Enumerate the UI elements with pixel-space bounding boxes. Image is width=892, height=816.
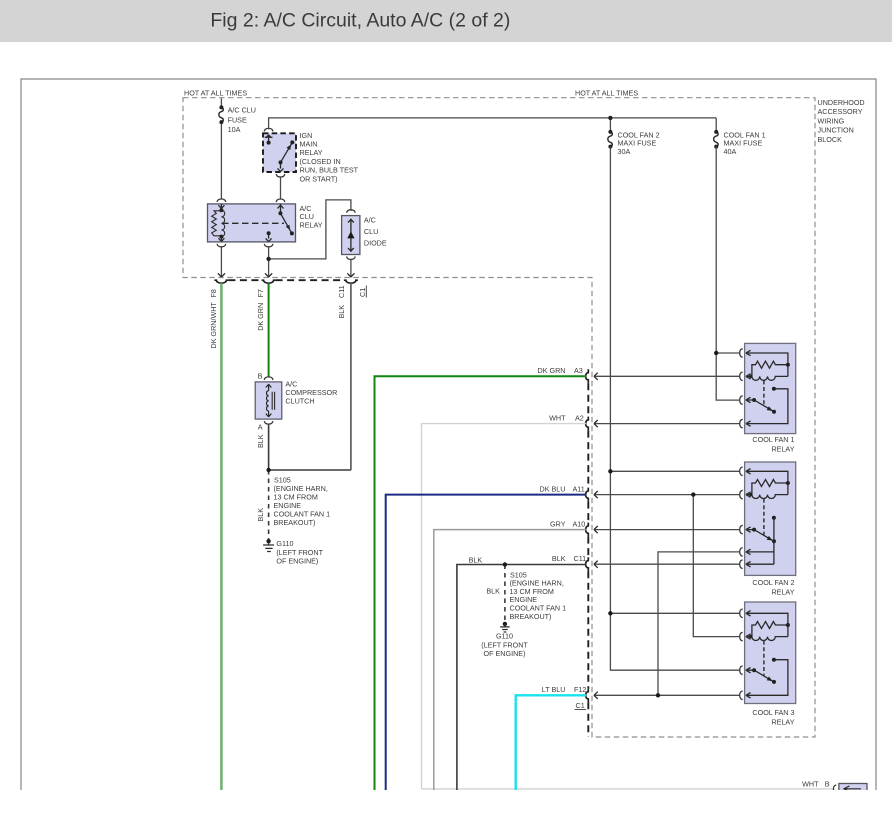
svg-text:30A: 30A [618,147,631,156]
svg-text:RELAY: RELAY [771,718,794,727]
svg-text:GRY: GRY [550,519,566,528]
svg-text:BLOCK: BLOCK [818,135,843,144]
svg-text:JUNCTION: JUNCTION [818,126,854,135]
svg-text:BLK: BLK [486,587,500,596]
svg-text:RELAY: RELAY [771,588,794,597]
svg-text:A11: A11 [573,484,585,493]
svg-text:DK GRN: DK GRN [538,366,566,375]
svg-text:WHT: WHT [802,779,819,788]
svg-text:RUN, BULB TEST: RUN, BULB TEST [300,166,359,175]
svg-text:A: A [258,423,263,432]
svg-text:DK GRN: DK GRN [256,303,265,331]
svg-text:C11: C11 [337,285,346,298]
svg-text:A/C: A/C [364,215,376,224]
svg-text:Fig 2: A/C Circuit, Auto A/C (: Fig 2: A/C Circuit, Auto A/C (2 of 2) [210,11,510,32]
svg-text:COOL FAN 2: COOL FAN 2 [752,578,794,587]
svg-text:C1: C1 [358,288,367,297]
svg-text:G110: G110 [496,632,513,641]
svg-text:B: B [258,371,263,380]
svg-text:CLU: CLU [364,227,378,236]
svg-text:A3: A3 [574,366,583,375]
svg-text:FUSE: FUSE [228,115,247,124]
svg-text:COOL FAN 3: COOL FAN 3 [752,708,794,717]
svg-text:40A: 40A [724,147,737,156]
svg-text:RELAY: RELAY [300,220,323,229]
svg-text:COOL FAN 1: COOL FAN 1 [752,435,794,444]
svg-text:MAIN: MAIN [300,140,318,149]
svg-text:A10: A10 [573,519,586,528]
svg-text:OR START): OR START) [300,174,338,183]
svg-text:B: B [825,779,830,788]
svg-text:DIODE: DIODE [364,238,387,247]
svg-text:BLK: BLK [337,305,346,319]
svg-text:BREAKOUT): BREAKOUT) [510,612,552,621]
svg-text:WIRING: WIRING [818,116,845,125]
svg-text:HOT AT ALL TIMES: HOT AT ALL TIMES [184,89,247,98]
svg-text:F12: F12 [574,685,586,694]
svg-text:BLK: BLK [552,554,566,563]
svg-text:A2: A2 [575,413,584,422]
svg-text:RELAY: RELAY [771,445,794,454]
svg-text:RELAY: RELAY [300,148,323,157]
svg-text:LT BLU: LT BLU [542,685,566,694]
svg-text:DK BLU: DK BLU [540,484,566,493]
svg-text:ACCESSORY: ACCESSORY [818,107,863,116]
svg-text:C11: C11 [574,554,587,563]
svg-text:C1: C1 [576,701,585,710]
svg-text:(LEFT FRONT: (LEFT FRONT [276,548,323,557]
svg-text:OF ENGINE): OF ENGINE) [276,557,318,566]
svg-text:OF ENGINE): OF ENGINE) [484,649,526,658]
svg-text:WHT: WHT [549,413,566,422]
svg-text:BREAKOUT): BREAKOUT) [274,518,316,527]
svg-text:DK GRN/WHT: DK GRN/WHT [209,302,218,349]
svg-text:HOT AT ALL TIMES: HOT AT ALL TIMES [575,89,638,98]
svg-text:BLK: BLK [256,434,265,448]
svg-text:UNDERHOOD: UNDERHOOD [818,98,865,107]
svg-text:(CLOSED IN: (CLOSED IN [300,157,341,166]
svg-text:G110: G110 [276,539,293,548]
svg-text:BLK: BLK [256,508,265,522]
svg-text:A/C CLU: A/C CLU [228,105,256,114]
svg-text:10A: 10A [228,125,241,134]
svg-text:(LEFT FRONT: (LEFT FRONT [481,640,528,649]
svg-text:IGN: IGN [300,131,313,140]
svg-text:CLUTCH: CLUTCH [285,396,314,405]
svg-text:BLK: BLK [469,555,483,564]
svg-text:F8: F8 [209,289,218,297]
svg-text:F7: F7 [256,289,265,297]
